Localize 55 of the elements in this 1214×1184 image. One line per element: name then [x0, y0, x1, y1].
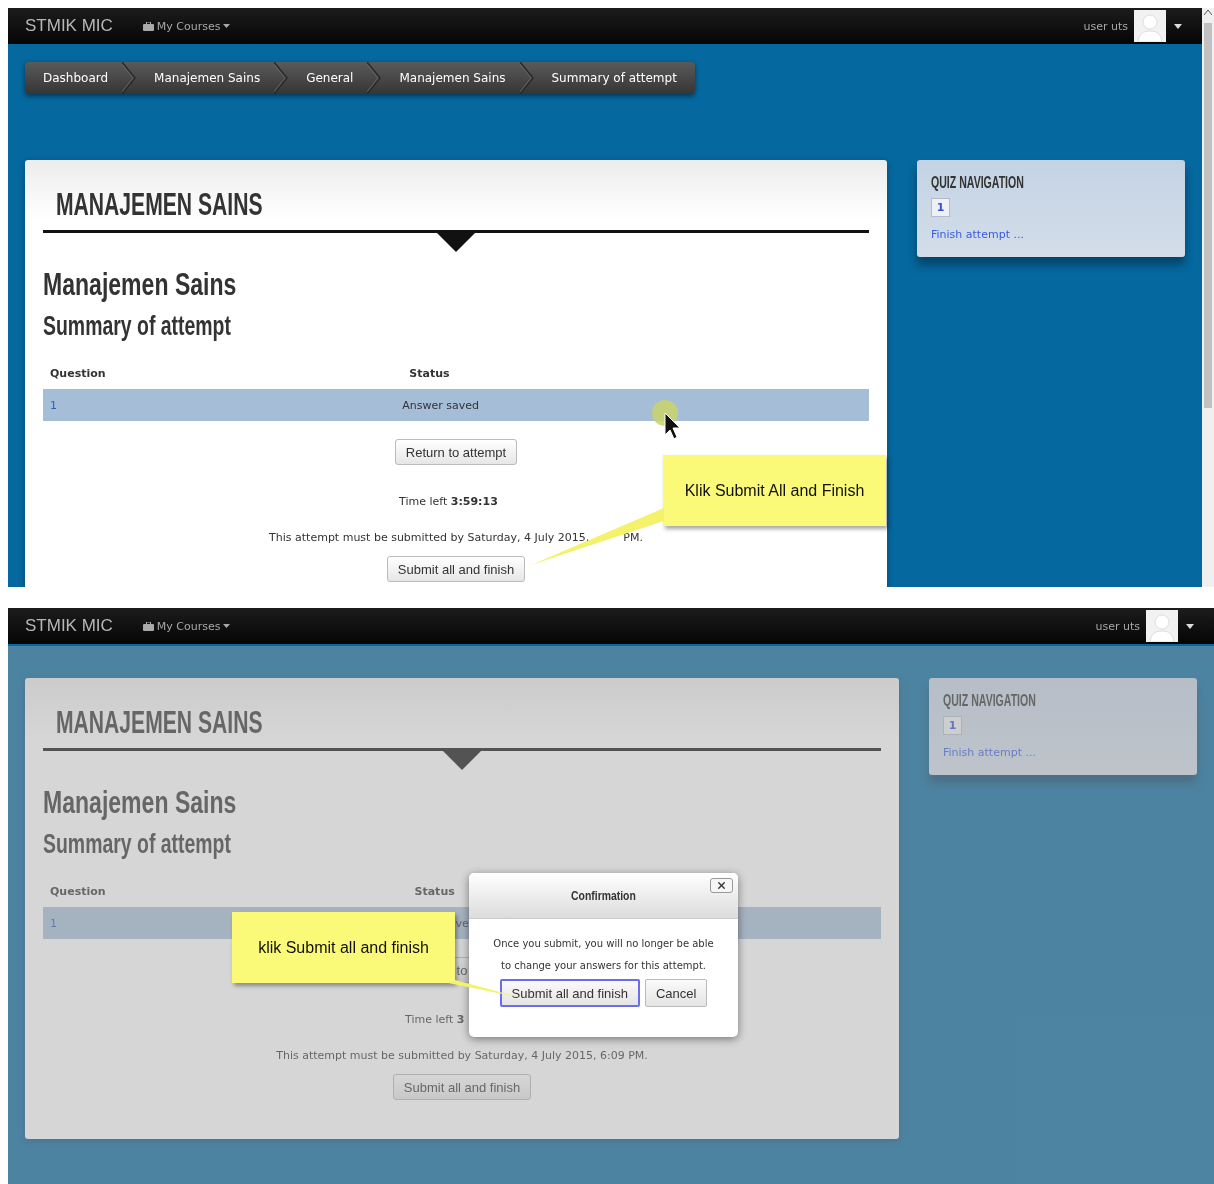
caret-icon[interactable]: [1186, 623, 1194, 629]
question-button[interactable]: 1: [931, 198, 950, 217]
block-title: QUIZ NAVIGATION: [943, 692, 1036, 710]
page-title: MANAJEMEN SAINS: [56, 185, 263, 224]
column-header: Question: [49, 884, 107, 900]
dialog-message: Once you submit, you will no longer be able to change your answers for this attempt.: [492, 937, 715, 973]
confirm-button[interactable]: Submit all and finish: [499, 979, 640, 1007]
breadcrumb-link[interactable]: Manajemen Sains: [381, 71, 520, 85]
my-courses-menu[interactable]: My Courses: [142, 619, 231, 633]
course-name: Manajemen Sains: [43, 266, 237, 303]
close-button[interactable]: [710, 878, 733, 893]
chevron-icon: [122, 62, 137, 94]
submit-button[interactable]: Submit all and finish: [392, 1074, 532, 1100]
callout-note: klik Submit all and finish: [232, 912, 455, 983]
user-name[interactable]: user uts: [1095, 619, 1140, 633]
column-header: Status: [408, 366, 451, 382]
callout-note: Klik Submit All and Finish: [663, 455, 886, 526]
chevron-icon: [274, 62, 289, 94]
breadcrumb-link[interactable]: General: [288, 71, 368, 85]
time-left: Time left 3:59:13: [399, 494, 499, 510]
column-header: Status: [413, 884, 456, 900]
my-courses-menu[interactable]: My Courses: [142, 19, 231, 33]
finish-attempt-link[interactable]: Finish attempt ...: [931, 228, 1024, 241]
chevron-icon: [519, 62, 534, 94]
section-heading: Summary of attempt: [43, 829, 231, 860]
breadcrumb-link[interactable]: Dashboard: [25, 71, 123, 85]
chevron-icon: [367, 62, 382, 94]
user-name[interactable]: user uts: [1083, 19, 1128, 33]
arrow-up-icon[interactable]: [1204, 10, 1212, 15]
deadline-text: This attempt must be submitted by Saturday, 4 July 2015, 6:09 PM.: [276, 1048, 648, 1064]
page-title: MANAJEMEN SAINS: [56, 703, 263, 742]
status-text: Answer saved: [402, 398, 480, 412]
submit-button[interactable]: Submit all and finish: [386, 556, 526, 582]
time-left: Time left 3: [405, 1012, 466, 1028]
section-heading: Summary of attempt: [43, 311, 231, 342]
close-icon: [716, 880, 727, 891]
course-name: Manajemen Sains: [43, 784, 237, 821]
breadcrumb-link[interactable]: Summary of attempt: [533, 71, 691, 85]
status-text: ve: [455, 916, 469, 930]
cancel-button[interactable]: Cancel: [644, 979, 708, 1007]
caret-icon: [223, 624, 231, 628]
breadcrumb-link[interactable]: Manajemen Sains: [136, 71, 275, 85]
block-title: QUIZ NAVIGATION: [931, 174, 1024, 192]
briefcase-icon: [142, 21, 154, 31]
site-brand[interactable]: STMIK MIC: [25, 16, 113, 36]
column-header: Question: [49, 366, 107, 382]
site-brand[interactable]: STMIK MIC: [25, 616, 113, 636]
deadline-text: PM.: [623, 530, 643, 546]
caret-icon: [223, 24, 231, 28]
briefcase-icon: [142, 621, 154, 631]
caret-icon[interactable]: [1174, 23, 1182, 29]
return-button[interactable]: Return to attempt: [394, 439, 518, 465]
dialog-title: Confirmation: [571, 888, 636, 903]
deadline-text: This attempt must be submitted by Saturday, 4 July 2015,: [269, 530, 590, 546]
scrollbar[interactable]: [1202, 8, 1214, 587]
